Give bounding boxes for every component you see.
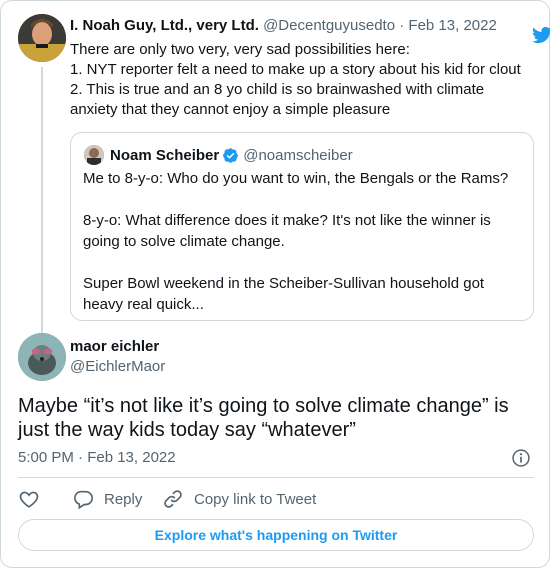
reply-button[interactable]: Reply xyxy=(72,487,142,511)
parent-author-handle[interactable]: @Decentguyusedto xyxy=(263,17,395,34)
main-text-line: Maybe “it’s not like it’s going to solve… xyxy=(18,395,509,417)
reply-bubble-icon xyxy=(74,490,93,510)
main-text-line: just the way kids today say “whatever” xyxy=(18,419,356,441)
quoted-text-line: 8-y-o: What difference does it make? It'… xyxy=(83,212,491,229)
quoted-text-line xyxy=(83,252,523,273)
parent-text-line: 2. This is true and an 8 yo child is so … xyxy=(70,81,485,98)
quoted-tweet-card[interactable]: Noam Scheiber @noamscheiber Me to 8-y-o:… xyxy=(70,132,534,321)
parent-tweet-text: There are only two very, very sad possib… xyxy=(70,40,540,120)
quoted-text-line: heavy real quick... xyxy=(83,296,204,313)
action-divider xyxy=(18,477,534,478)
main-author-name[interactable]: maor eichler xyxy=(70,338,159,355)
info-icon[interactable] xyxy=(511,448,531,468)
thread-connector-line xyxy=(41,67,43,333)
quoted-text-line: Me to 8-y-o: Who do you want to win, the… xyxy=(83,170,509,187)
link-icon xyxy=(164,490,182,508)
reply-label: Reply xyxy=(104,490,143,508)
parent-author-name[interactable]: I. Noah Guy, Ltd., very Ltd. xyxy=(70,17,259,34)
verified-badge-icon xyxy=(223,147,239,163)
parent-text-line: 1. NYT reporter felt a need to make up a… xyxy=(70,61,521,78)
quoted-tweet-text: Me to 8-y-o: Who do you want to win, the… xyxy=(83,168,523,315)
tweet-timestamp[interactable]: 5:00 PM · Feb 13, 2022 xyxy=(18,449,176,466)
quoted-author-handle: @noamscheiber xyxy=(243,146,353,164)
quoted-text-line: Super Bowl weekend in the Scheiber-Sulli… xyxy=(83,275,485,292)
copy-link-label: Copy link to Tweet xyxy=(194,490,317,508)
parent-header: I. Noah Guy, Ltd., very Ltd. @Decentguyu… xyxy=(70,16,497,36)
explore-button[interactable]: Explore what's happening on Twitter xyxy=(18,519,534,551)
quoted-author-avatar xyxy=(84,145,104,165)
main-tweet-text: Maybe “it’s not like it’s going to solve… xyxy=(18,394,538,442)
main-author-avatar[interactable] xyxy=(18,333,66,381)
quoted-text-line: going to solve climate change. xyxy=(83,233,285,250)
quoted-tweet-header: Noam Scheiber @noamscheiber xyxy=(84,144,353,166)
tweet-embed-card: I. Noah Guy, Ltd., very Ltd. @Decentguyu… xyxy=(0,0,550,568)
parent-date[interactable]: Feb 13, 2022 xyxy=(408,17,496,34)
heart-icon xyxy=(19,491,39,508)
parent-avatar[interactable] xyxy=(18,14,66,62)
quoted-author-name: Noam Scheiber xyxy=(110,146,220,164)
main-author-handle[interactable]: @EichlerMaor xyxy=(70,358,165,375)
parent-text-line: anxiety that they cannot enjoy a simple … xyxy=(70,101,391,118)
like-button[interactable] xyxy=(18,487,50,511)
parent-text-line: There are only two very, very sad possib… xyxy=(70,41,410,58)
quoted-text-line xyxy=(83,189,523,210)
header-separator: · xyxy=(395,17,409,34)
copy-link-button[interactable]: Copy link to Tweet xyxy=(162,487,316,511)
